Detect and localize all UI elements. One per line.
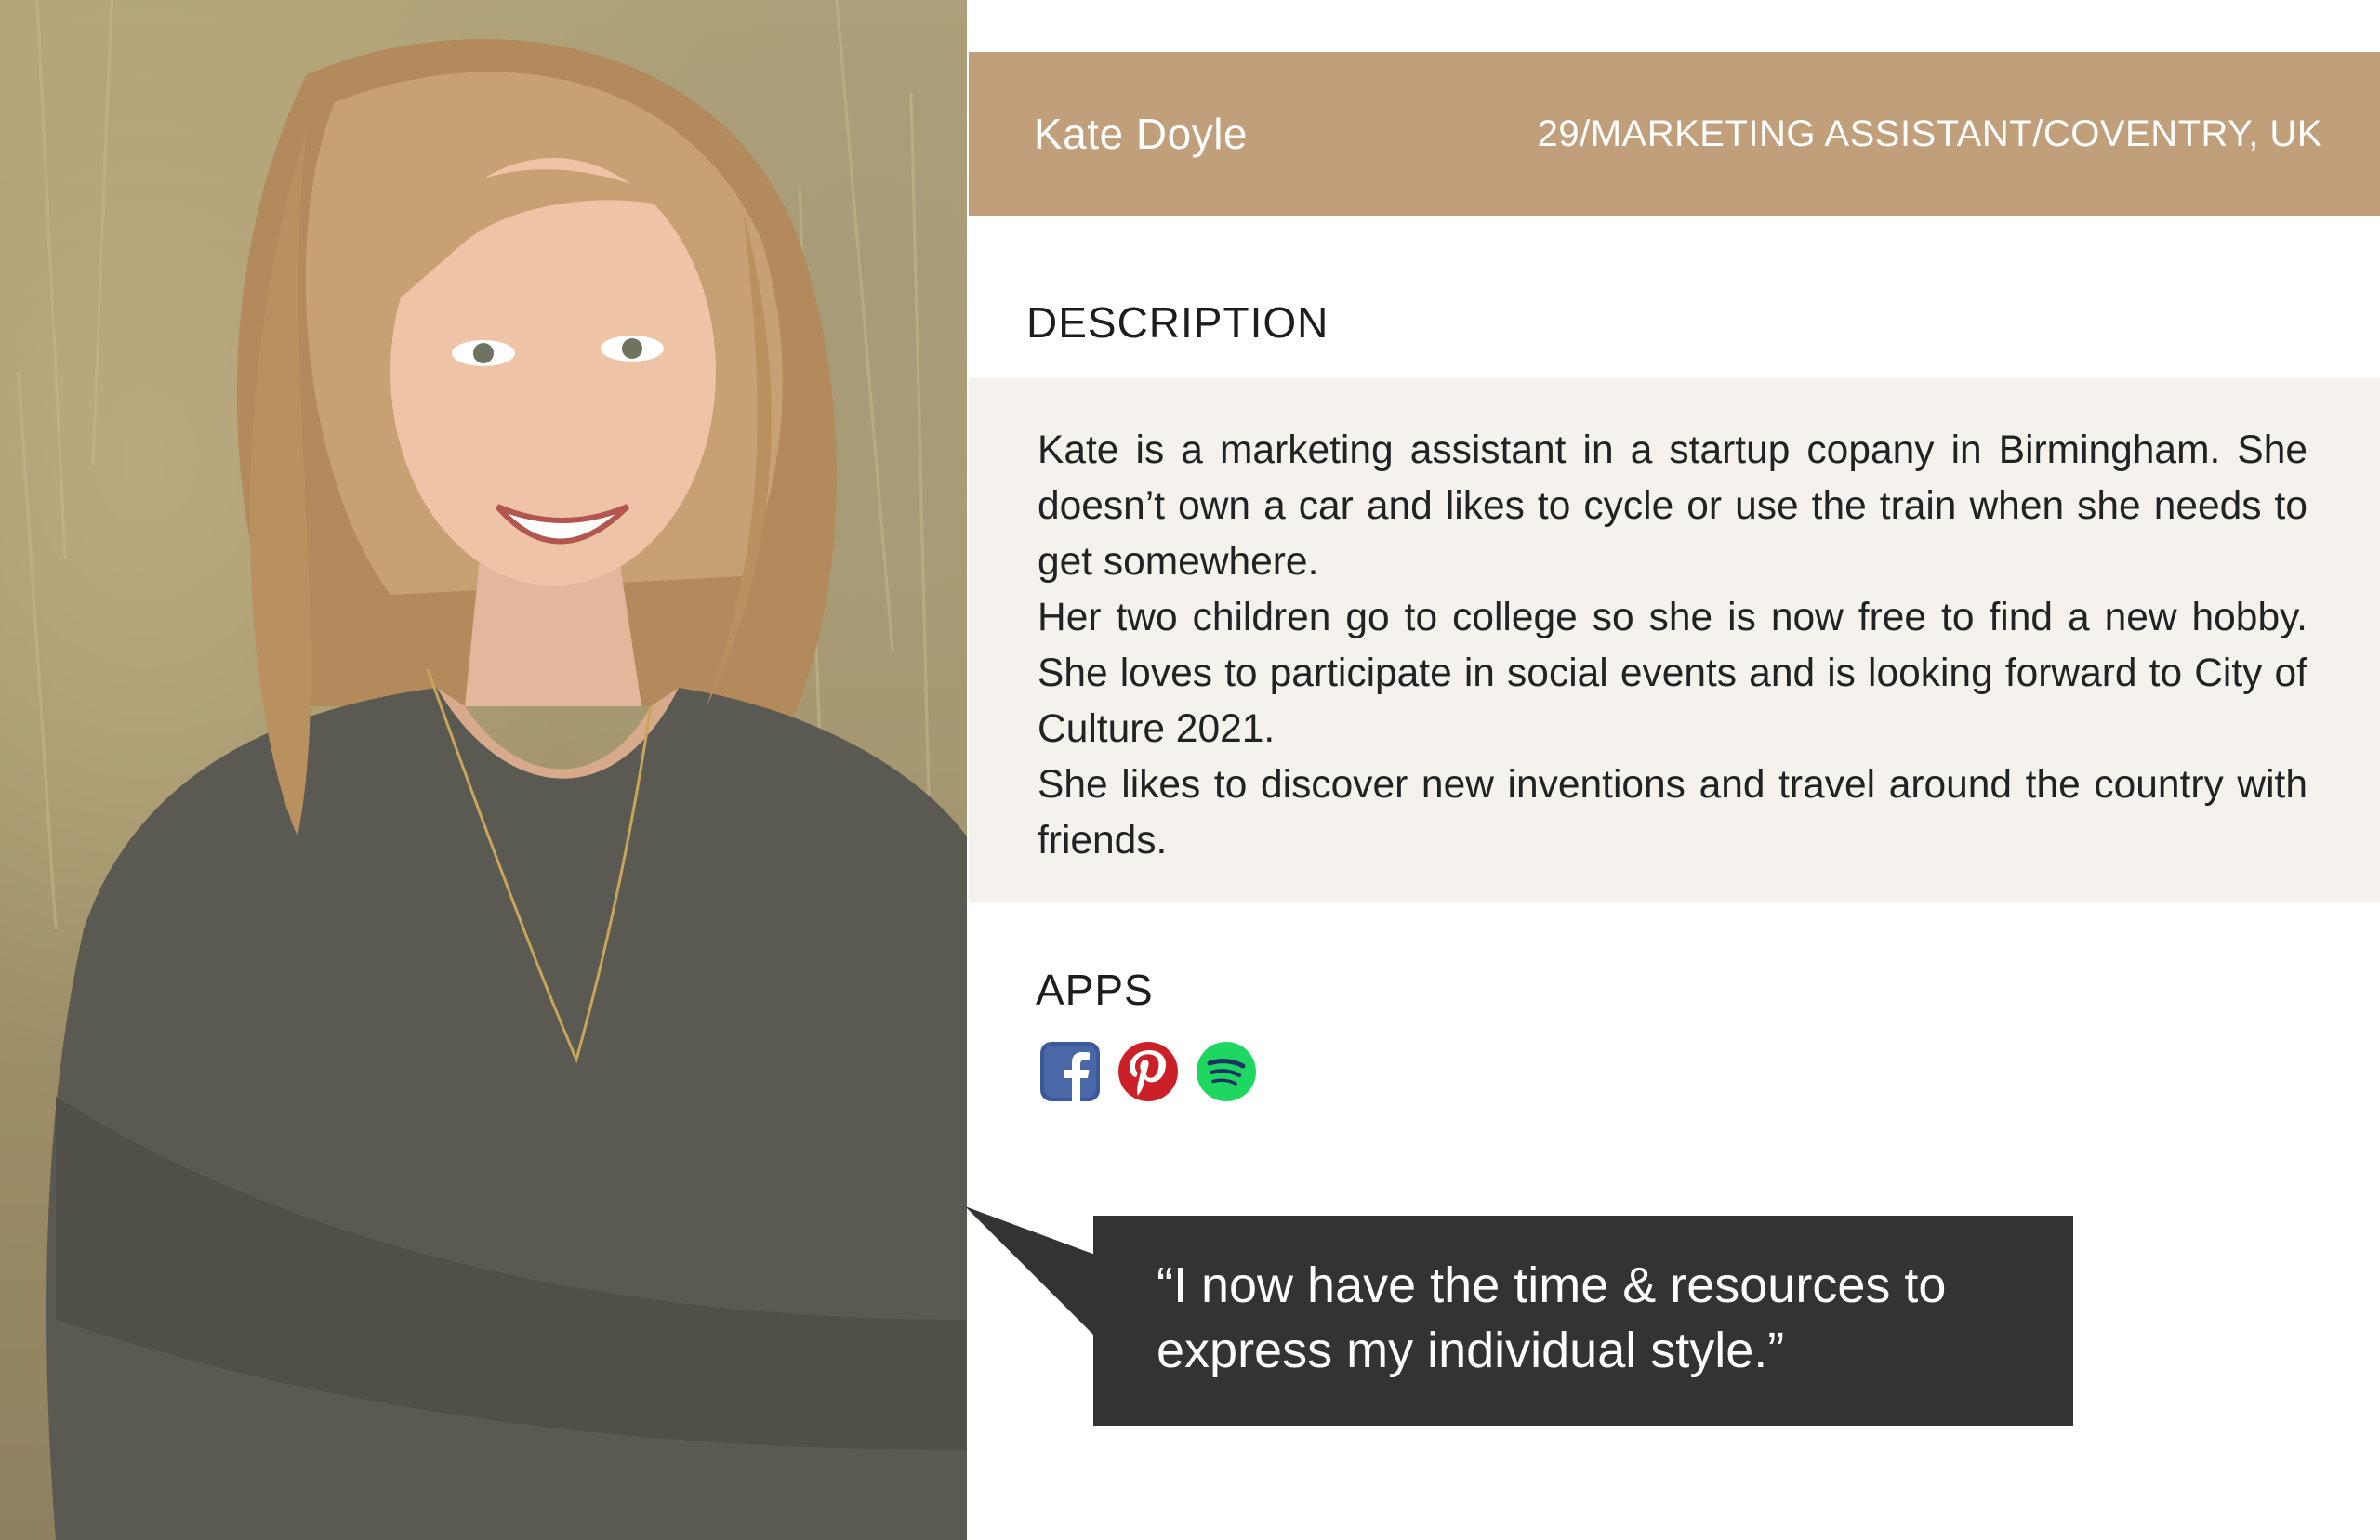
apps-heading: APPS: [1036, 966, 1154, 1014]
persona-header: Kate Doyle 29/MARKETING ASSISTANT/COVENT…: [969, 52, 2380, 216]
quote-bubble: “I now have the time & resources to expr…: [1093, 1216, 2073, 1426]
quote-pointer: [965, 1206, 1095, 1336]
description-box: Kate is a marketing assistant in a start…: [969, 378, 2380, 902]
persona-photo: [0, 0, 967, 1540]
pinterest-icon: [1118, 1042, 1178, 1101]
spotify-icon: [1197, 1042, 1256, 1101]
quote-text: “I now have the time & resources to expr…: [1157, 1257, 1947, 1378]
portrait-illustration: [17, 0, 967, 1540]
persona-meta: 29/MARKETING ASSISTANT/COVENTRY, UK: [1537, 113, 2322, 154]
description-paragraph: She likes to discover new inventions and…: [1038, 763, 2307, 862]
facebook-icon: [1040, 1042, 1100, 1102]
apps-list: [1039, 1041, 1257, 1104]
description-heading: DESCRIPTION: [1026, 298, 1329, 347]
description-text: Kate is a marketing assistant in a start…: [1038, 423, 2307, 869]
description-paragraph: Kate is a marketing assistant in a start…: [1038, 428, 2307, 584]
persona-name: Kate Doyle: [1034, 110, 1249, 158]
description-paragraph: Her two children go to college so she is…: [1038, 596, 2307, 751]
